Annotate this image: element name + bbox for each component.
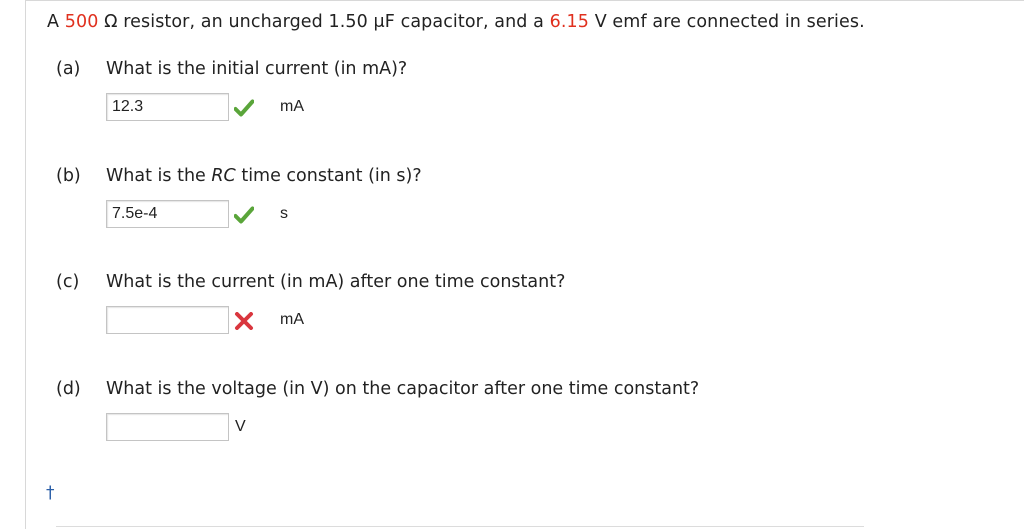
part-a-letter: (a) — [56, 59, 81, 79]
footnote-dagger-link[interactable]: † — [46, 483, 55, 503]
problem-suffix: V emf are connected in series. — [589, 12, 865, 32]
part-d-answer-input[interactable] — [106, 413, 229, 441]
part-b-text-post: time constant (in s)? — [235, 166, 422, 186]
part-c-answer-input[interactable] — [106, 306, 229, 334]
part-d-text: What is the voltage (in V) on the capaci… — [106, 379, 700, 399]
part-b-text-pre: What is the — [106, 166, 212, 186]
part-c-text: What is the current (in mA) after one ti… — [106, 272, 566, 292]
part-c-unit: mA — [280, 311, 304, 328]
part-a-unit: mA — [280, 98, 304, 115]
problem-statement: A 500 Ω resistor, an uncharged 1.50 μF c… — [47, 12, 865, 32]
part-b-unit: s — [280, 205, 288, 222]
checkmark-icon — [234, 206, 254, 224]
part-c-letter: (c) — [56, 272, 80, 292]
cross-icon — [235, 312, 253, 330]
emf-value: 6.15 — [549, 12, 590, 32]
problem-middle: Ω resistor, an uncharged 1.50 μF capacit… — [98, 12, 550, 32]
part-d-unit: V — [235, 418, 246, 435]
part-a-answer-input[interactable] — [106, 93, 229, 121]
part-d-question: (d) What is the voltage (in V) on the cap… — [56, 379, 699, 399]
problem-prefix: A — [47, 12, 65, 32]
part-c-question: (c) What is the current (in mA) after one… — [56, 272, 565, 292]
part-b-letter: (b) — [56, 166, 81, 186]
part-b-question: (b) What is the RC time constant (in s)? — [56, 166, 422, 186]
frame-left-border — [25, 0, 26, 529]
part-a-question: (a) What is the initial current (in mA)? — [56, 59, 407, 79]
part-a-text: What is the initial current (in mA)? — [106, 59, 408, 79]
bottom-divider — [56, 526, 864, 527]
part-d-letter: (d) — [56, 379, 81, 399]
checkmark-icon — [234, 99, 254, 117]
frame-top-border — [25, 0, 1024, 1]
resistance-value: 500 — [64, 12, 99, 32]
part-b-text-italic: RC — [211, 166, 236, 186]
part-b-answer-input[interactable] — [106, 200, 229, 228]
